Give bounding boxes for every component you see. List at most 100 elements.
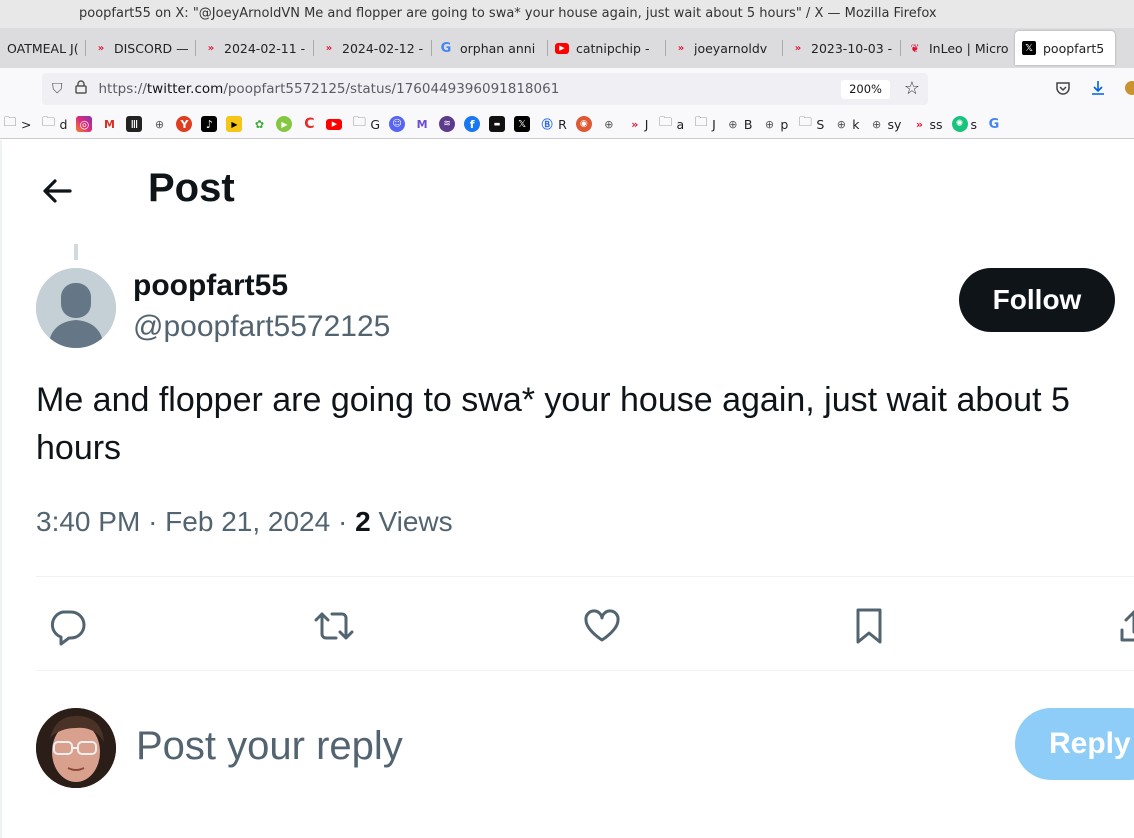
bookmark-bank[interactable]: Ⅲ <box>126 116 143 132</box>
navigation-bar: ⛉ https://twitter.com/poopfart5572125/st… <box>0 68 1134 110</box>
bookmark-discord[interactable]: ☺ <box>389 116 406 132</box>
bookmark-c[interactable]: C <box>301 116 317 132</box>
youtube-icon: ▶ <box>555 42 569 54</box>
bookmark-gmail[interactable]: M <box>101 116 117 132</box>
bookmark-y[interactable]: Y <box>176 116 193 132</box>
bookmark-icon[interactable] <box>847 604 891 648</box>
tiktok-icon: ♪ <box>201 116 218 132</box>
bookmark-folder[interactable]: 🗀 G <box>351 115 380 132</box>
shield-icon[interactable]: ⛉ <box>52 81 63 97</box>
bookmark-r[interactable]: Ⓑ R <box>539 116 567 132</box>
m-icon: M <box>416 117 428 131</box>
current-user-avatar[interactable] <box>36 708 116 788</box>
download-icon[interactable] <box>1090 80 1106 100</box>
tab-2024-02-12[interactable]: » 2024-02-12 - <box>314 32 432 64</box>
extension-icon[interactable] <box>1124 80 1134 100</box>
bookmark-google[interactable]: G <box>986 116 1002 132</box>
bookmark-video[interactable]: ▶ <box>226 116 243 132</box>
tab-label: 2024-02-12 - <box>342 40 424 56</box>
bookmark-globe[interactable]: ⊕ <box>151 116 167 132</box>
author-display-name[interactable]: poopfart55 <box>133 269 288 303</box>
tab-catnipchip[interactable]: ▶ catnipchip - <box>548 32 666 64</box>
bookmark-folder[interactable]: 🗀 J <box>693 115 716 132</box>
bookmark-globe[interactable]: ⊕ p <box>761 116 789 132</box>
bookmark-film[interactable]: ✿ <box>251 116 267 132</box>
bookmark-instagram[interactable]: ◎ <box>76 116 93 132</box>
back-arrow-icon[interactable] <box>36 170 76 210</box>
pocket-icon[interactable] <box>1055 80 1071 100</box>
divider <box>36 670 1134 671</box>
bookmark-spotify[interactable]: ≋ <box>439 116 456 132</box>
bookmark-folder[interactable]: 🗀 a <box>657 115 684 132</box>
tab-joeyarnoldvn[interactable]: » joeyarnoldv <box>666 32 783 64</box>
tab-label: OATMEAL J( <box>7 40 79 56</box>
tweet-time[interactable]: 3:40 PM <box>36 506 140 537</box>
bookmark-chatgpt[interactable]: ✺ s <box>951 116 977 132</box>
tab-label: 2024-02-11 - <box>224 40 306 56</box>
spotify-icon: ≋ <box>439 116 456 132</box>
tab-oatmeal[interactable]: OATMEAL J( <box>0 32 86 64</box>
url-bar[interactable]: ⛉ https://twitter.com/poopfart5572125/st… <box>42 73 928 105</box>
tweet-text: Me and flopper are going to swa* your ho… <box>36 381 1070 467</box>
globe-icon: ⊕ <box>836 117 846 131</box>
post-header: Post <box>0 140 1134 242</box>
tab-inleo[interactable]: ❦ InLeo | Micro <box>901 32 1015 64</box>
globe-icon: ⊕ <box>154 117 165 131</box>
tweet-date[interactable]: Feb 21, 2024 <box>165 506 330 537</box>
bookmark-hive[interactable]: » ss <box>910 116 943 132</box>
bookmark-folder[interactable]: 🗀 S <box>797 115 824 132</box>
instagram-icon: ◎ <box>76 116 93 132</box>
bookmark-tiktok[interactable]: ♪ <box>201 116 218 132</box>
bookmark-folder[interactable]: 🗀 d <box>40 115 67 132</box>
tab-orphan-annie[interactable]: G orphan anni <box>432 32 548 64</box>
reply-icon[interactable] <box>45 604 89 648</box>
divider <box>36 576 1134 577</box>
tab-poopfart-active[interactable]: 𝕏 poopfart5 <box>1015 31 1115 65</box>
reply-input[interactable] <box>136 720 836 772</box>
url-scheme: https:// <box>98 81 147 97</box>
bookmark-hive[interactable]: » J <box>626 116 648 132</box>
globe-icon: ⊕ <box>604 117 614 131</box>
tab-2024-02-11[interactable]: » 2024-02-11 - <box>196 32 314 64</box>
meta-separator: · <box>337 506 348 537</box>
share-icon[interactable] <box>1112 604 1134 648</box>
bookmark-folder[interactable]: 🗀 > <box>2 115 31 132</box>
bookmark-dark[interactable]: ▬ <box>489 116 506 132</box>
hive-icon: » <box>794 42 801 54</box>
follow-button[interactable]: Follow <box>959 268 1115 332</box>
bookmark-globe[interactable]: ⊕ k <box>833 116 860 132</box>
gmail-icon: M <box>103 117 115 131</box>
bookmark-m[interactable]: M <box>414 116 430 132</box>
folder-icon: 🗀 <box>3 115 17 130</box>
repost-icon[interactable] <box>312 604 356 648</box>
reply-button[interactable]: Reply <box>1015 708 1134 780</box>
author-handle[interactable]: @poopfart5572125 <box>133 310 390 344</box>
folder-icon: 🗀 <box>352 115 366 130</box>
like-icon[interactable] <box>580 604 624 648</box>
bookmark-youtube[interactable]: ▶ <box>326 118 343 130</box>
bookmark-globe[interactable]: ⊕ <box>601 116 617 132</box>
duckduckgo-icon: ◉ <box>575 116 592 132</box>
bookmark-star-icon[interactable]: ☆ <box>904 78 920 99</box>
tab-2023-10-03[interactable]: » 2023-10-03 - <box>783 32 901 64</box>
folder-icon: 🗀 <box>41 115 55 130</box>
bookmark-globe[interactable]: ⊕ sy <box>869 116 902 132</box>
author-avatar[interactable] <box>36 268 116 348</box>
bookmark-globe[interactable]: ⊕ B <box>725 116 752 132</box>
zoom-indicator[interactable]: 200% <box>841 80 890 99</box>
folder-icon: 🗀 <box>658 115 672 130</box>
tweet-meta: 3:40 PM · Feb 21, 2024 · 2 Views <box>36 506 453 538</box>
hive-icon: » <box>915 117 923 131</box>
folder-icon: 🗀 <box>694 115 708 130</box>
lock-icon[interactable] <box>74 80 87 98</box>
bookmark-duckduckgo[interactable]: ◉ <box>575 116 592 132</box>
views-count: 2 <box>355 506 371 537</box>
dark-icon: ▬ <box>489 116 506 132</box>
tab-label: DISCORD — <box>114 40 189 56</box>
bookmark-facebook[interactable]: f <box>464 116 481 132</box>
tab-discord[interactable]: » DISCORD — <box>86 32 196 64</box>
tweet-page: Post poopfart55 @poopfart5572125 Follow … <box>0 140 1134 838</box>
bookmark-x[interactable]: 𝕏 <box>514 116 531 132</box>
bookmark-rumble[interactable]: ▶ <box>276 116 293 132</box>
film-icon: ✿ <box>254 117 265 131</box>
